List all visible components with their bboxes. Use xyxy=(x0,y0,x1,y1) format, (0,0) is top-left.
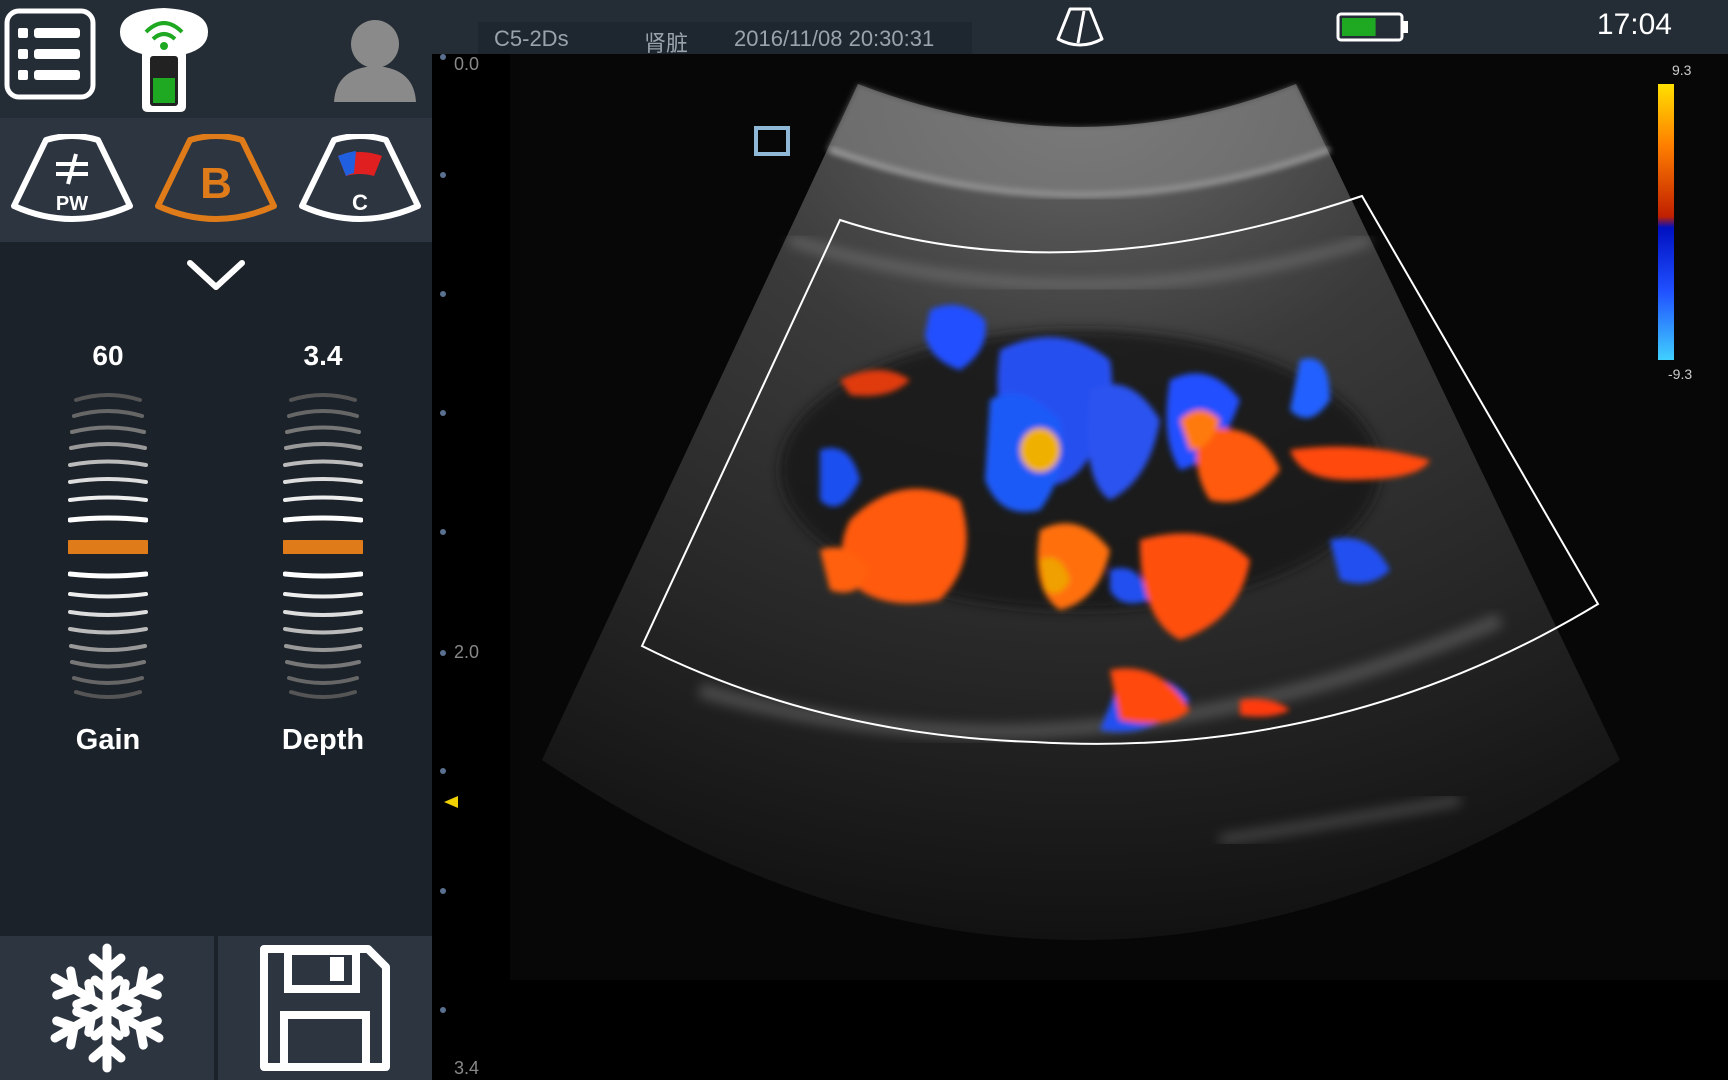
battery-indicator xyxy=(1336,8,1410,44)
pw-mode-icon: PW xyxy=(11,134,133,222)
b-mode-button[interactable]: B xyxy=(154,134,278,224)
depth-label: Depth xyxy=(281,724,365,756)
pw-mode-button[interactable]: PW xyxy=(10,134,134,224)
freeze-button[interactable] xyxy=(0,936,214,1080)
snowflake-icon xyxy=(40,943,174,1075)
color-scale-max: 9.3 xyxy=(1672,62,1692,78)
depth-scale-tick xyxy=(440,768,446,774)
b-mode-icon: B xyxy=(155,134,277,222)
save-button[interactable] xyxy=(218,936,432,1080)
gain-dial-ticks xyxy=(63,393,153,699)
focus-marker-icon[interactable] xyxy=(444,796,458,808)
depth-scale-tick xyxy=(440,888,446,894)
clock: 17:04 xyxy=(1596,8,1672,41)
menu-list-icon xyxy=(4,8,96,100)
menu-button[interactable] xyxy=(4,8,96,100)
depth-scale-tick xyxy=(440,172,446,178)
sector-probe-icon xyxy=(1056,7,1104,47)
ultrasound-image xyxy=(510,54,1728,980)
depth-scale-tick xyxy=(440,410,446,416)
ultrasound-image-area[interactable] xyxy=(432,54,1728,1080)
floppy-disk-icon xyxy=(260,945,390,1071)
color-mode-button[interactable]: C xyxy=(298,134,422,224)
depth-scale-tick xyxy=(440,291,446,297)
gain-label: Gain xyxy=(75,724,141,756)
depth-dial[interactable] xyxy=(278,392,368,702)
gain-dial[interactable] xyxy=(63,392,153,702)
depth-scale-tick xyxy=(440,54,446,60)
color-scale-bar xyxy=(1658,84,1674,360)
pw-mode-label: PW xyxy=(56,193,88,215)
gain-value: 60 xyxy=(92,340,124,371)
depth-dial-ticks xyxy=(278,393,368,699)
depth-scale-tick xyxy=(440,529,446,535)
b-mode-label: B xyxy=(200,159,232,208)
color-mode-label: C xyxy=(352,190,368,215)
depth-scale-tick xyxy=(440,1007,446,1013)
user-avatar-icon xyxy=(334,20,416,102)
wireless-probe-icon xyxy=(120,8,208,112)
battery-icon xyxy=(1336,12,1408,42)
depth-scale-tick xyxy=(440,650,446,656)
depth-value: 3.4 xyxy=(303,340,343,371)
depth-top-label: 0.0 xyxy=(454,54,480,74)
color-scale-min: -9.3 xyxy=(1668,366,1693,382)
depth-bottom-label: 3.4 xyxy=(454,1058,480,1078)
probe-orientation-button[interactable] xyxy=(1052,4,1108,50)
chevron-down-icon xyxy=(187,260,245,290)
probe-name: C5-2Ds xyxy=(494,26,569,51)
user-profile-button[interactable] xyxy=(328,10,422,104)
color-mode-icon: C xyxy=(299,134,421,222)
depth-mid-label: 2.0 xyxy=(454,642,480,662)
depth-scale: 0.0 2.0 3.4 xyxy=(432,54,512,1080)
probe-status-button[interactable] xyxy=(116,2,212,114)
collapse-panel-button[interactable] xyxy=(180,252,252,298)
exam-datetime: 2016/11/08 20:30:31 xyxy=(734,26,935,51)
